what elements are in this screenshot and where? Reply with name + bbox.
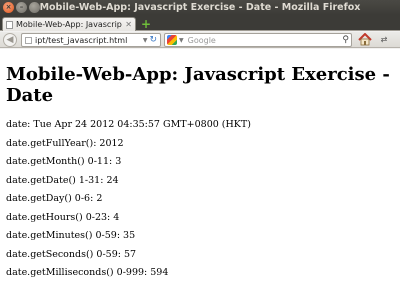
tab-label: Mobile-Web-App: Javascript E... [16,20,123,29]
search-bar[interactable]: ▼ Google ⚲ [164,33,352,47]
window-title: Mobile-Web-App: Javascript Exercise - Da… [39,2,361,13]
back-button[interactable]: ◀ [3,33,17,47]
google-engine-icon[interactable] [167,35,177,45]
tab-close-icon[interactable]: ✕ [125,20,132,29]
day-of-month-output-line: date.getDate() 1-31: 24 [6,174,119,186]
url-text[interactable]: ipt/test_javascript.html [35,36,143,45]
seconds-output-line: date.getSeconds() 0-59: 57 [6,248,137,260]
tab-strip: Mobile-Web-App: Javascript E... ✕ + [0,15,400,31]
url-dropdown-icon[interactable]: ▼ [143,37,148,44]
home-icon [358,33,372,46]
url-bar[interactable]: ipt/test_javascript.html ▼ ↻ [21,33,161,47]
close-window-button[interactable]: × [3,2,14,13]
search-engine-dropdown-icon[interactable]: ▼ [179,37,184,44]
day-of-week-output-line: date.getDay() 0-6: 2 [6,193,103,204]
minimize-window-button[interactable]: – [16,2,27,13]
milliseconds-output-line: date.getMilliseconds() 0-999: 594 [6,267,169,278]
page-heading: Mobile-Web-App: Javascript Exercise - Da… [6,64,390,106]
home-button[interactable] [357,32,373,47]
site-identity-icon[interactable] [25,36,32,44]
new-tab-button[interactable]: + [140,18,152,30]
window-titlebar: × – Mobile-Web-App: Javascript Exercise … [0,0,400,15]
hours-output-line: date.getHours() 0-23: 4 [6,211,120,223]
date-output-line: date: Tue Apr 24 2012 04:35:57 GMT+0800 … [6,119,251,130]
month-output-line: date.getMonth() 0-11: 3 [6,156,122,167]
minutes-output-line: date.getMinutes() 0-59: 35 [6,230,136,241]
reload-icon[interactable]: ↻ [149,35,157,45]
page-icon [6,20,13,29]
navigation-toolbar: ◀ ipt/test_javascript.html ▼ ↻ ▼ Google … [0,32,400,48]
window-controls: × – [3,2,40,13]
search-input[interactable]: Google [188,36,343,45]
tab-active[interactable]: Mobile-Web-App: Javascript E... ✕ [2,17,136,31]
maximize-window-button[interactable] [29,2,40,13]
search-icon[interactable]: ⚲ [342,35,349,45]
addon-icon[interactable]: ⇄ [377,34,391,46]
page-content: Mobile-Web-App: Javascript Exercise - Da… [0,49,400,294]
full-year-output-line: date.getFullYear(): 2012 [6,137,124,149]
